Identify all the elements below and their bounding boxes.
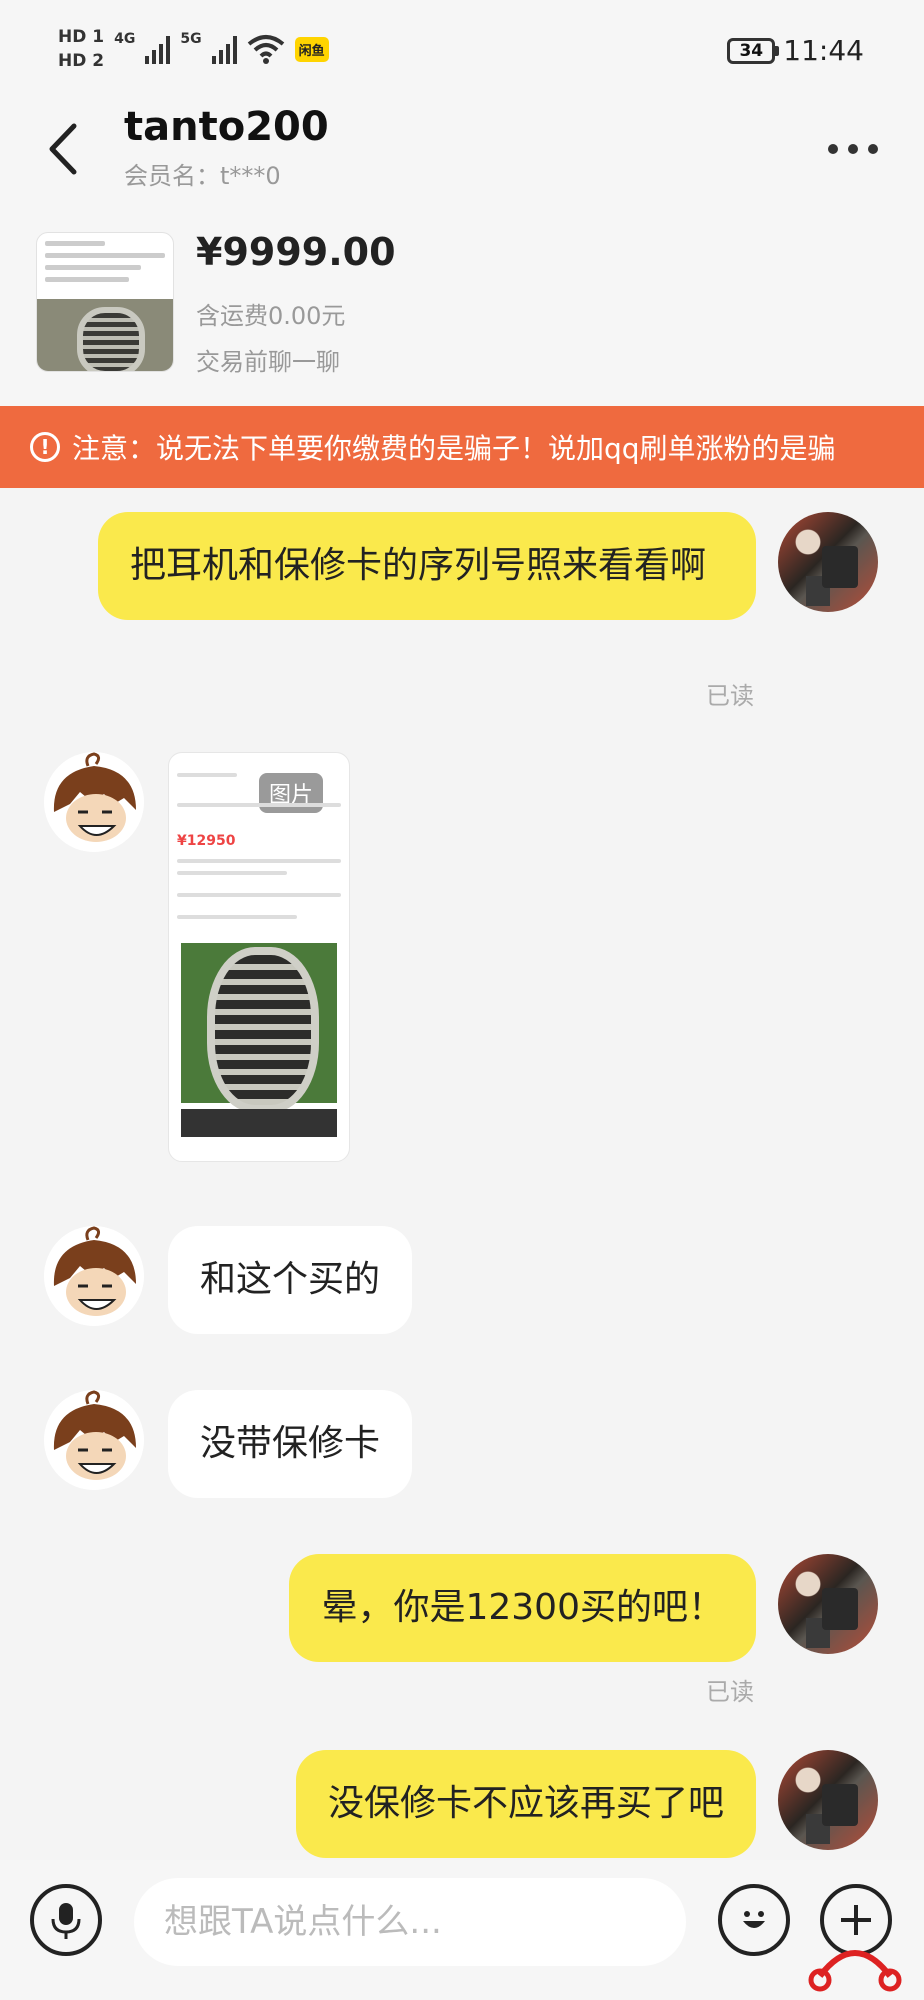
- app-badge: 闲鱼: [294, 36, 329, 62]
- status-left: HD 1 HD 2 4G 5G 闲鱼: [58, 26, 329, 72]
- product-price: ¥9999.00: [196, 230, 396, 274]
- my-avatar[interactable]: [778, 512, 878, 612]
- cartoon-face-icon: [44, 1390, 144, 1490]
- warning-banner: ! 注意：说无法下单要你缴费的是骗子！说加qq刷单涨粉的是骗: [0, 406, 924, 488]
- image-tag: 图片: [259, 773, 324, 813]
- shipping-info: 含运费0.00元: [196, 302, 346, 330]
- cartoon-face-icon: [44, 1226, 144, 1326]
- my-avatar[interactable]: [778, 1750, 878, 1850]
- signal-icon: [145, 34, 171, 64]
- member-name: 会员名：t***0: [124, 162, 281, 190]
- plus-icon: [841, 1905, 871, 1935]
- read-status: 已读: [706, 1678, 754, 1706]
- signal-icon: [211, 34, 237, 64]
- wifi-icon: [247, 35, 284, 64]
- product-card[interactable]: ¥9999.00 含运费0.00元 交易前聊一聊: [0, 216, 924, 406]
- warning-text: 注意：说无法下单要你缴费的是骗子！说加qq刷单涨粉的是骗: [72, 432, 836, 465]
- read-status: 已读: [706, 682, 754, 710]
- message-bubble-sent[interactable]: 晕，你是12300买的吧！: [289, 1554, 756, 1662]
- headphone-photo: [37, 299, 173, 371]
- back-arrow-icon: [49, 123, 77, 175]
- contact-avatar[interactable]: [44, 752, 144, 852]
- contact-avatar[interactable]: [44, 1226, 144, 1326]
- more-dots-icon: [828, 144, 838, 154]
- status-bar: HD 1 HD 2 4G 5G 闲鱼 34 11:44: [0, 0, 924, 104]
- clock: 11:44: [783, 34, 864, 67]
- message-bubble-received[interactable]: 和这个买的: [168, 1226, 413, 1334]
- chat-hint: 交易前聊一聊: [196, 348, 340, 376]
- watermark-logo-icon: [808, 1950, 902, 1992]
- cartoon-face-icon: [44, 752, 144, 852]
- message-input[interactable]: [134, 1878, 686, 1966]
- message-bubble-received[interactable]: 没带保修卡: [168, 1390, 413, 1498]
- screenshot-headphone-photo: [181, 943, 337, 1113]
- hd2-indicator: HD 2: [58, 51, 105, 71]
- emoji-button[interactable]: [718, 1884, 790, 1956]
- image-price-text: ¥12950: [177, 833, 236, 849]
- network-4g-label: 4G: [114, 31, 136, 47]
- message-bubble-sent[interactable]: 把耳机和保修卡的序列号照来看看啊: [98, 512, 756, 620]
- alert-icon: !: [30, 432, 60, 462]
- contact-avatar[interactable]: [44, 1390, 144, 1490]
- battery-icon: 34: [727, 37, 780, 64]
- emoji-icon: [743, 1911, 765, 1928]
- network-5g-label: 5G: [180, 31, 202, 47]
- more-button[interactable]: [818, 134, 888, 164]
- message-bubble-sent[interactable]: 没保修卡不应该再买了吧: [295, 1750, 756, 1858]
- image-message[interactable]: 图片 ¥12950: [168, 752, 350, 1162]
- hd-indicators: HD 1 HD 2: [58, 26, 104, 72]
- my-avatar[interactable]: [778, 1554, 878, 1654]
- page-title: tanto200: [124, 104, 329, 150]
- back-button[interactable]: [34, 114, 94, 184]
- input-bar: [0, 1860, 924, 2000]
- chat-header: tanto200 会员名：t***0: [0, 104, 924, 216]
- product-thumbnail[interactable]: [36, 232, 174, 372]
- microphone-icon: [51, 1903, 81, 1939]
- status-right: 34 11:44: [727, 34, 864, 67]
- voice-button[interactable]: [30, 1884, 102, 1956]
- hd1-indicator: HD 1: [58, 27, 105, 47]
